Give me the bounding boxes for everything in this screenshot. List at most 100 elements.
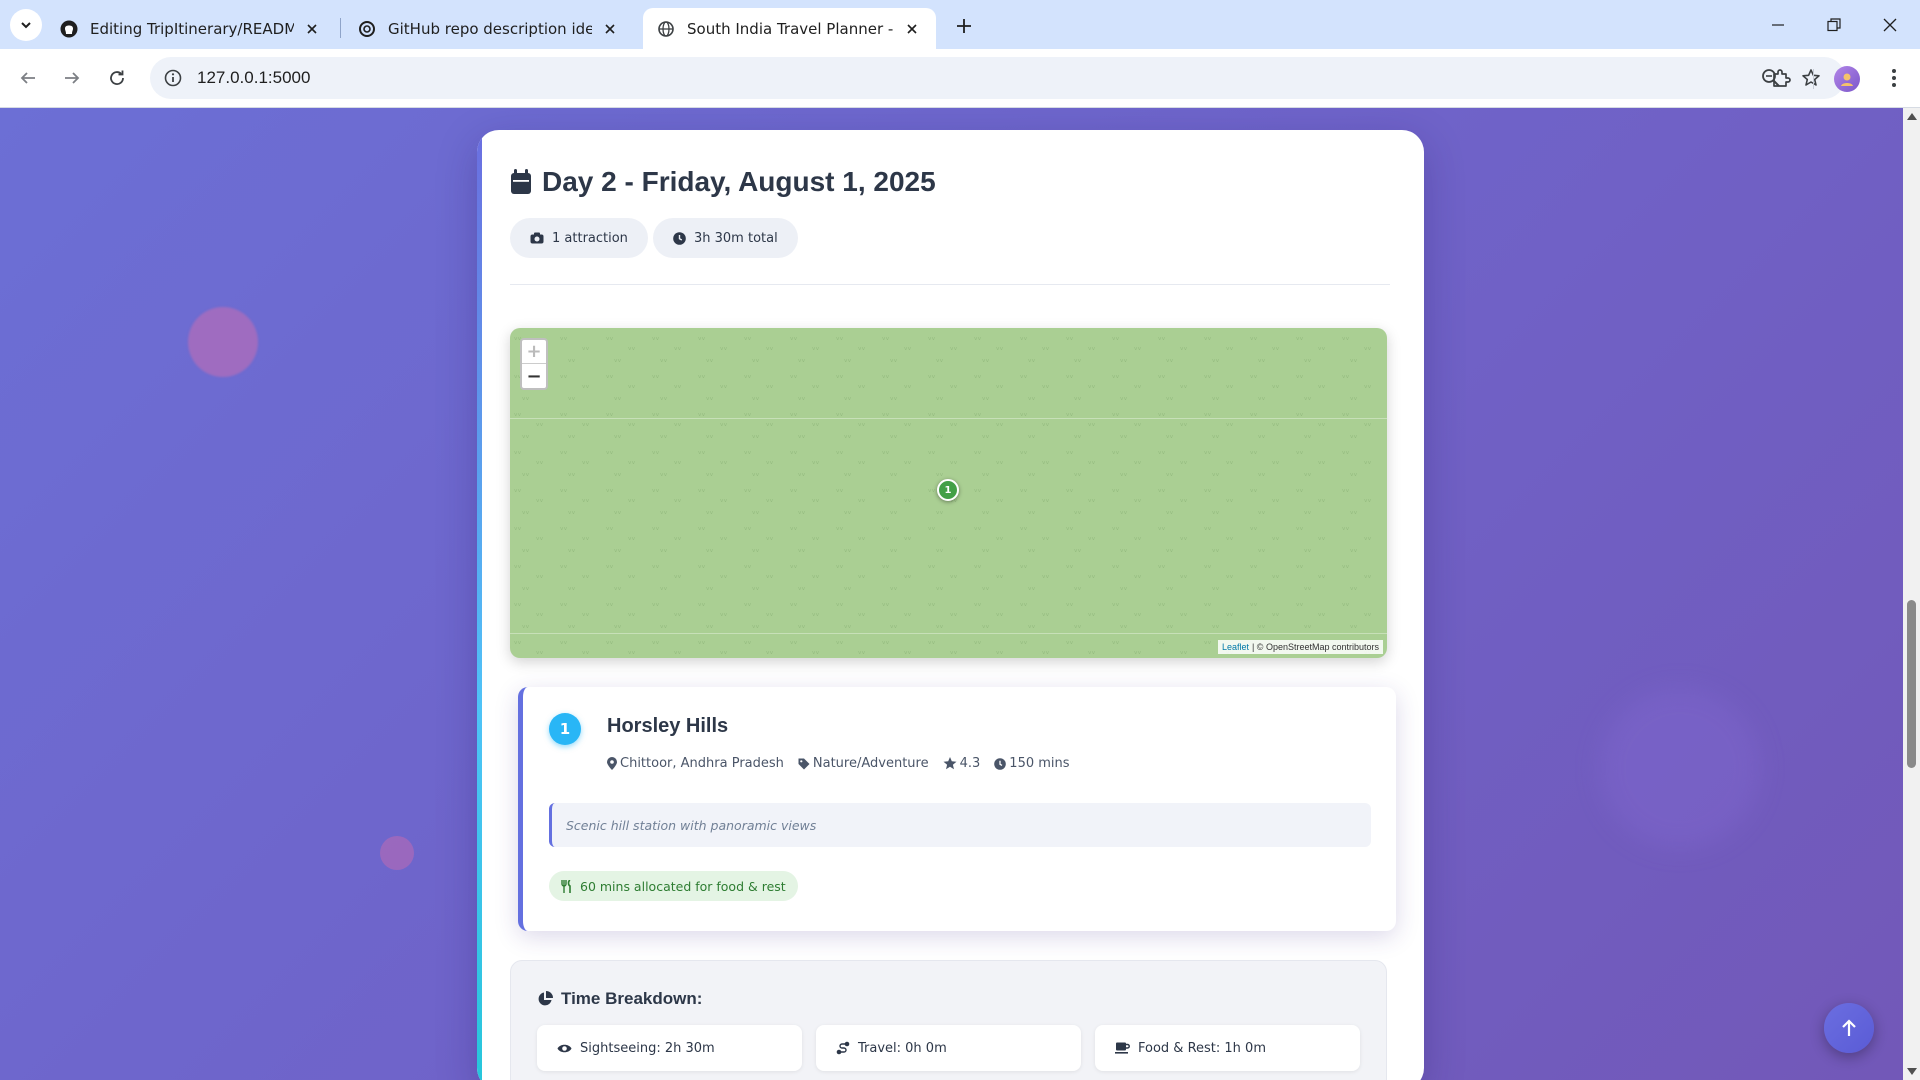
map-zoom-in-button[interactable]: + bbox=[522, 340, 546, 364]
attractions-count-text: 1 attraction bbox=[552, 230, 628, 246]
map-pin-icon bbox=[607, 757, 617, 770]
reload-button[interactable] bbox=[100, 61, 134, 95]
minimize-button[interactable] bbox=[1750, 0, 1806, 49]
reload-icon bbox=[110, 70, 124, 85]
map-zoom-out-button[interactable]: − bbox=[522, 364, 546, 388]
map-boundary-line bbox=[510, 418, 1387, 419]
clock-icon bbox=[673, 231, 686, 245]
avatar-icon bbox=[1841, 73, 1853, 86]
close-icon bbox=[1883, 18, 1897, 31]
time-breakdown-title: Time Breakdown: bbox=[561, 989, 703, 1008]
minimize-icon bbox=[1772, 23, 1784, 26]
card-accent-stripe bbox=[477, 130, 482, 1080]
star-icon bbox=[943, 757, 957, 770]
scroll-down-arrow-icon[interactable] bbox=[1907, 1068, 1917, 1075]
food-rest-time-box: Food & Rest: 1h 0m bbox=[1095, 1025, 1360, 1071]
attraction-rating-text: 4.3 bbox=[959, 756, 981, 771]
travel-time-box: Travel: 0h 0m bbox=[816, 1025, 1081, 1071]
toolbar-separator bbox=[1813, 69, 1814, 89]
attraction-rating: 4.3 bbox=[943, 756, 981, 771]
attraction-name: Horsley Hills bbox=[607, 715, 729, 737]
tab-chatgpt[interactable]: GitHub repo description ideas bbox=[344, 8, 634, 49]
page-viewport: Day 2 - Friday, August 1, 2025 1 attract… bbox=[0, 108, 1903, 1080]
arrow-right-icon bbox=[65, 72, 80, 84]
github-icon bbox=[60, 20, 78, 38]
decorative-bubble bbox=[380, 836, 414, 870]
camera-icon bbox=[530, 232, 544, 244]
close-icon[interactable] bbox=[902, 19, 922, 39]
forward-button[interactable] bbox=[55, 61, 89, 95]
route-icon bbox=[836, 1041, 850, 1055]
attraction-duration: 150 mins bbox=[994, 756, 1070, 771]
close-icon[interactable] bbox=[600, 19, 620, 39]
site-info-icon[interactable] bbox=[162, 67, 184, 89]
tab-title: South India Travel Planner - You bbox=[687, 19, 894, 38]
page-scrollbar[interactable] bbox=[1903, 108, 1920, 1080]
profile-avatar[interactable] bbox=[1834, 66, 1860, 92]
coffee-icon bbox=[1115, 1042, 1130, 1054]
attraction-category-text: Nature/Adventure bbox=[812, 756, 929, 771]
attraction-location: Chittoor, Andhra Pradesh bbox=[607, 756, 784, 771]
total-time-badge: 3h 30m total bbox=[653, 218, 798, 258]
bookmark-star-icon[interactable] bbox=[1799, 66, 1823, 90]
browser-menu-button[interactable] bbox=[1880, 64, 1908, 92]
puzzle-icon bbox=[1773, 69, 1791, 87]
total-time-text: 3h 30m total bbox=[694, 230, 778, 246]
tab-search-button[interactable] bbox=[10, 9, 42, 41]
scroll-to-top-button[interactable] bbox=[1824, 1003, 1874, 1053]
tab-github-readme[interactable]: Editing TripItinerary/README.m bbox=[46, 8, 336, 49]
clock-icon bbox=[994, 757, 1007, 770]
map-marker[interactable]: 1 bbox=[937, 479, 959, 501]
attraction-meta: Chittoor, Andhra Pradesh Nature/Adventur… bbox=[607, 756, 1084, 771]
tab-travel-planner[interactable]: South India Travel Planner - You bbox=[643, 8, 936, 49]
scrollbar-thumb[interactable] bbox=[1907, 600, 1916, 768]
attraction-category: Nature/Adventure bbox=[798, 756, 929, 771]
food-rest-time-text: Food & Rest: 1h 0m bbox=[1138, 1040, 1266, 1056]
openai-icon bbox=[358, 20, 376, 38]
sightseeing-time-text: Sightseeing: 2h 30m bbox=[580, 1040, 715, 1056]
plus-icon bbox=[957, 19, 971, 33]
route-map[interactable]: ᵥᵥ ᵥᵥ ᵥᵥ + − 1 Leaflet | © OpenStreetMap… bbox=[510, 328, 1387, 658]
food-allocation-badge: 60 mins allocated for food & rest bbox=[549, 871, 798, 901]
leaflet-link[interactable]: Leaflet bbox=[1222, 642, 1249, 652]
back-button[interactable] bbox=[11, 61, 45, 95]
new-tab-button[interactable] bbox=[950, 12, 978, 40]
extensions-button[interactable] bbox=[1767, 64, 1795, 92]
osm-attribution-text: | © OpenStreetMap contributors bbox=[1251, 642, 1379, 652]
map-zoom-control: + − bbox=[520, 338, 548, 390]
day-heading: Day 2 - Friday, August 1, 2025 bbox=[510, 166, 936, 198]
day-title-text: Day 2 - Friday, August 1, 2025 bbox=[542, 166, 936, 197]
close-icon[interactable] bbox=[302, 19, 322, 39]
url-text[interactable]: 127.0.0.1:5000 bbox=[197, 68, 310, 88]
time-breakdown-heading: Time Breakdown: bbox=[537, 989, 702, 1009]
tag-icon bbox=[798, 758, 810, 769]
section-divider bbox=[510, 284, 1390, 285]
arrow-left-icon bbox=[20, 72, 35, 84]
scroll-up-arrow-icon[interactable] bbox=[1907, 113, 1917, 120]
eye-icon bbox=[557, 1044, 572, 1052]
tab-separator bbox=[340, 18, 341, 38]
travel-time-text: Travel: 0h 0m bbox=[858, 1040, 947, 1056]
arrow-up-icon bbox=[1842, 1019, 1856, 1036]
food-allocation-text: 60 mins allocated for food & rest bbox=[580, 878, 786, 894]
tab-title: GitHub repo description ideas bbox=[388, 19, 592, 38]
sightseeing-time-box: Sightseeing: 2h 30m bbox=[537, 1025, 802, 1071]
browser-toolbar: 127.0.0.1:5000 bbox=[0, 49, 1920, 108]
decorative-bubble bbox=[1600, 688, 1760, 848]
attraction-description: Scenic hill station with panoramic views bbox=[549, 803, 1371, 847]
more-vert-icon bbox=[1892, 69, 1896, 87]
tab-title: Editing TripItinerary/README.m bbox=[90, 19, 294, 38]
address-bar[interactable]: 127.0.0.1:5000 bbox=[150, 57, 1845, 99]
pie-chart-icon bbox=[538, 991, 553, 1006]
restore-button[interactable] bbox=[1806, 0, 1862, 49]
close-window-button[interactable] bbox=[1862, 0, 1918, 49]
time-breakdown-panel: Time Breakdown: Sightseeing: 2h 30m Trav… bbox=[510, 960, 1387, 1080]
utensils-icon bbox=[561, 879, 571, 893]
day-card: Day 2 - Friday, August 1, 2025 1 attract… bbox=[477, 130, 1424, 1080]
map-attribution: Leaflet | © OpenStreetMap contributors bbox=[1217, 640, 1383, 654]
chevron-down-icon bbox=[21, 22, 31, 29]
attraction-location-text: Chittoor, Andhra Pradesh bbox=[620, 756, 784, 771]
decorative-bubble bbox=[188, 307, 258, 377]
attractions-count-badge: 1 attraction bbox=[510, 218, 648, 258]
globe-icon bbox=[657, 20, 675, 38]
